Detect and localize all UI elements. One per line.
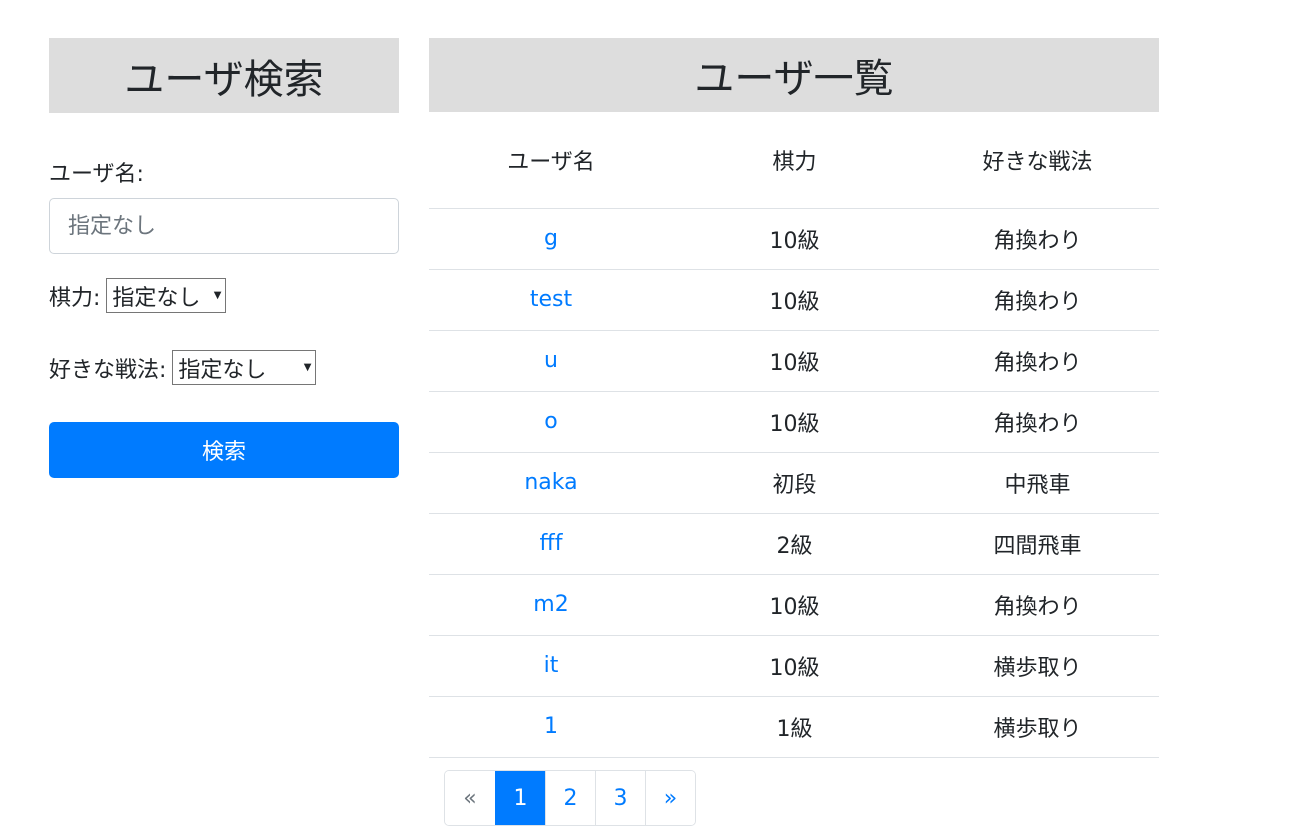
username-cell: u xyxy=(429,330,673,392)
username-link[interactable]: it xyxy=(544,653,559,678)
username-link[interactable]: m2 xyxy=(533,592,568,617)
username-cell: it xyxy=(429,635,673,697)
tactic-cell: 角換わり xyxy=(916,269,1159,331)
tactic-cell: 横歩取り xyxy=(916,635,1159,697)
username-link[interactable]: 1 xyxy=(544,714,558,739)
username-link[interactable]: test xyxy=(530,287,572,312)
tactic-cell: 角換わり xyxy=(916,391,1159,453)
rank-select-value: 指定なし xyxy=(112,285,201,311)
rank-label: 棋力: xyxy=(49,285,101,311)
username-link[interactable]: g xyxy=(544,226,558,251)
table-header-row: ユーザ名 棋力 好きな戦法 xyxy=(429,112,1159,209)
rank-cell: 10級 xyxy=(673,208,916,270)
tactic-cell: 角換わり xyxy=(916,330,1159,392)
column-header-rank: 棋力 xyxy=(673,112,916,209)
tactic-select-value: 指定なし xyxy=(178,357,267,383)
column-header-tactic: 好きな戦法 xyxy=(916,112,1159,209)
username-cell: o xyxy=(429,391,673,453)
table-row: it 10級 横歩取り xyxy=(429,635,1159,697)
tactic-cell: 角換わり xyxy=(916,574,1159,636)
user-list-panel: ユーザ一覧 ユーザ名 棋力 好きな戦法 g 10級 角換わり test 10級 … xyxy=(429,38,1159,758)
tactic-label: 好きな戦法: xyxy=(49,357,167,383)
search-button[interactable]: 検索 xyxy=(49,422,399,478)
username-link[interactable]: naka xyxy=(524,470,577,495)
username-link[interactable]: u xyxy=(544,348,558,373)
rank-filter: 棋力: 指定なし ▼ xyxy=(49,278,227,313)
username-cell: g xyxy=(429,208,673,270)
tactic-cell: 中飛車 xyxy=(916,452,1159,514)
table-row: naka 初段 中飛車 xyxy=(429,452,1159,514)
rank-cell: 10級 xyxy=(673,635,916,697)
pagination-next-button[interactable]: » xyxy=(645,771,695,825)
rank-cell: 10級 xyxy=(673,391,916,453)
username-cell: test xyxy=(429,269,673,331)
username-cell: m2 xyxy=(429,574,673,636)
table-row: m2 10級 角換わり xyxy=(429,574,1159,636)
pagination-page-3[interactable]: 3 xyxy=(595,771,645,825)
table-row: 1 1級 横歩取り xyxy=(429,696,1159,758)
username-label: ユーザ名: xyxy=(49,162,144,187)
tactic-filter: 好きな戦法: 指定なし ▼ xyxy=(49,350,317,385)
caret-down-icon: ▼ xyxy=(213,290,222,301)
username-link[interactable]: o xyxy=(544,409,557,434)
table-row: test 10級 角換わり xyxy=(429,269,1159,331)
pagination-prev-button[interactable]: « xyxy=(445,771,495,825)
table-row: u 10級 角換わり xyxy=(429,330,1159,392)
column-header-username: ユーザ名 xyxy=(429,112,673,209)
username-cell: 1 xyxy=(429,696,673,758)
search-panel: ユーザ検索 ユーザ名: 棋力: 指定なし ▼ 好きな戦法: 指定なし ▼ 検索 xyxy=(49,38,399,478)
user-table: ユーザ名 棋力 好きな戦法 g 10級 角換わり test 10級 角換わり u… xyxy=(429,112,1159,758)
rank-cell: 10級 xyxy=(673,269,916,331)
rank-cell: 2級 xyxy=(673,513,916,575)
user-list-title: ユーザ一覧 xyxy=(429,38,1159,112)
rank-cell: 1級 xyxy=(673,696,916,758)
caret-down-icon: ▼ xyxy=(303,362,312,373)
username-input[interactable] xyxy=(49,198,399,254)
username-cell: naka xyxy=(429,452,673,514)
tactic-select[interactable]: 指定なし ▼ xyxy=(172,350,317,385)
rank-select[interactable]: 指定なし ▼ xyxy=(106,278,227,313)
rank-cell: 初段 xyxy=(673,452,916,514)
username-link[interactable]: fff xyxy=(540,531,563,556)
search-panel-title: ユーザ検索 xyxy=(49,38,399,113)
tactic-cell: 横歩取り xyxy=(916,696,1159,758)
tactic-cell: 四間飛車 xyxy=(916,513,1159,575)
pagination: « 1 2 3 » xyxy=(444,770,696,826)
rank-cell: 10級 xyxy=(673,574,916,636)
pagination-page-1[interactable]: 1 xyxy=(495,771,545,825)
rank-cell: 10級 xyxy=(673,330,916,392)
pagination-page-2[interactable]: 2 xyxy=(545,771,595,825)
table-row: fff 2級 四間飛車 xyxy=(429,513,1159,575)
table-row: o 10級 角換わり xyxy=(429,391,1159,453)
tactic-cell: 角換わり xyxy=(916,208,1159,270)
table-row: g 10級 角換わり xyxy=(429,208,1159,270)
username-cell: fff xyxy=(429,513,673,575)
